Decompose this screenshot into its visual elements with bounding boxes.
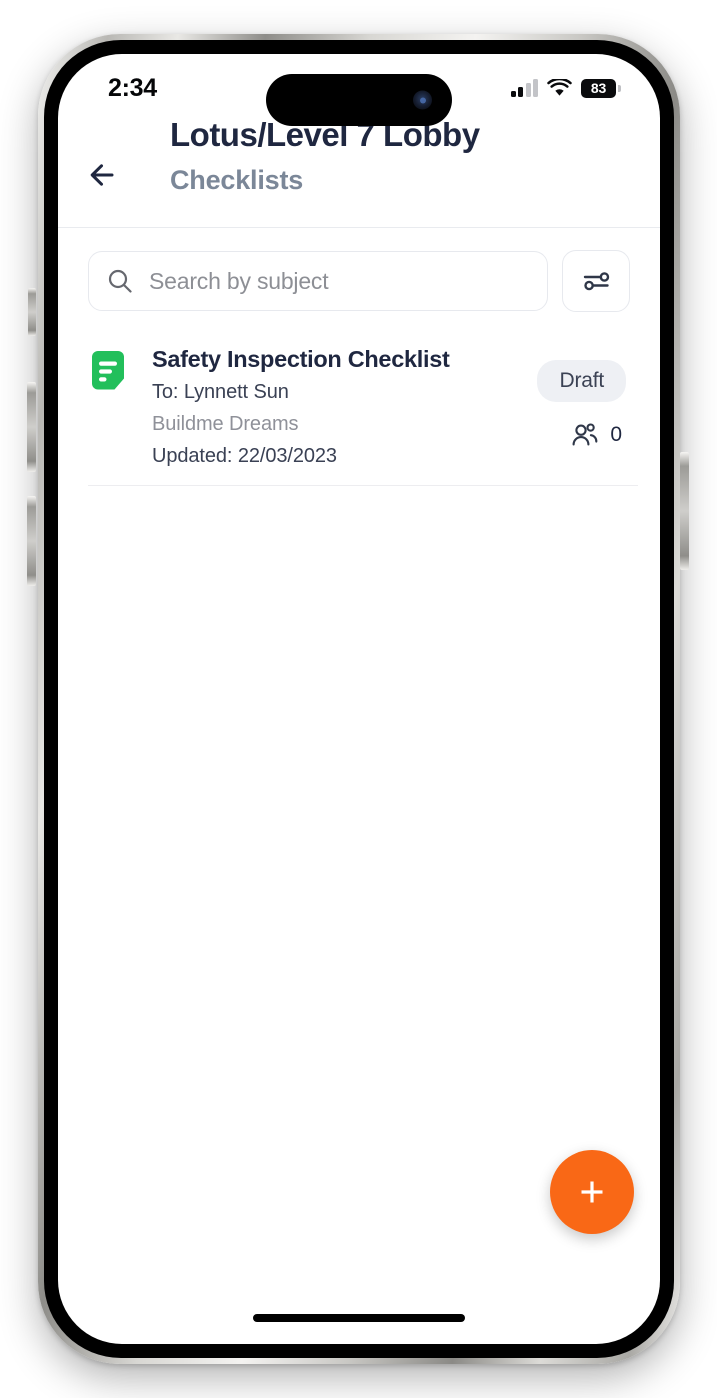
list-item-recipient: To: Lynnett Sun: [152, 381, 289, 404]
search-input[interactable]: Search by subject: [88, 251, 548, 311]
battery-level: 83: [590, 80, 607, 96]
search-row: Search by subject: [88, 250, 630, 312]
phone-volume-up-button[interactable]: [27, 382, 36, 472]
status-time: 2:34: [108, 73, 157, 102]
cellular-signal-icon: [510, 78, 538, 97]
plus-icon: [581, 1181, 603, 1203]
app-header: Lotus/Level 7 Lobby Checklists: [58, 116, 660, 228]
search-placeholder: Search by subject: [149, 267, 329, 294]
phone-action-button[interactable]: [28, 288, 36, 336]
list-item-body: Safety Inspection Checklist To: Lynnett …: [128, 346, 537, 468]
checklist-document-icon: [92, 351, 124, 390]
wifi-icon: [547, 79, 572, 96]
filter-sliders-icon: [583, 272, 610, 291]
status-indicators: 83: [510, 78, 621, 98]
back-button[interactable]: [84, 152, 130, 198]
phone-power-button[interactable]: [680, 452, 689, 570]
status-badge: Draft: [537, 360, 626, 402]
phone-screen: 2:34 83 Lotus/Level 7 Lobby Checklists S…: [58, 54, 660, 1344]
dynamic-island: [266, 74, 452, 126]
search-icon: [108, 269, 132, 293]
list-item-updated: Updated: 22/03/2023: [152, 445, 337, 468]
list-item-title: Safety Inspection Checklist: [152, 346, 450, 372]
page-subtitle: Checklists: [170, 164, 304, 195]
header-divider: [58, 227, 660, 228]
filter-button[interactable]: [562, 250, 630, 312]
assignee-count: 0: [610, 423, 622, 446]
list-item[interactable]: Safety Inspection Checklist To: Lynnett …: [58, 328, 660, 487]
back-arrow-icon: [90, 164, 114, 186]
add-checklist-button[interactable]: [550, 1150, 634, 1234]
list-item-company: Buildme Dreams: [152, 413, 299, 436]
phone-volume-down-button[interactable]: [27, 496, 36, 586]
front-camera-icon: [413, 90, 432, 110]
people-icon: [572, 423, 598, 446]
assignee-row: 0: [571, 422, 622, 448]
list-item-meta: Draft 0: [537, 346, 630, 448]
header-text-group: Lotus/Level 7 Lobby Checklists: [170, 116, 640, 196]
home-indicator[interactable]: [253, 1314, 465, 1322]
screenshot-stage: 2:34 83 Lotus/Level 7 Lobby Checklists S…: [0, 0, 717, 1398]
checklist-list: Safety Inspection Checklist To: Lynnett …: [58, 328, 660, 487]
battery-icon: 83: [581, 78, 621, 98]
